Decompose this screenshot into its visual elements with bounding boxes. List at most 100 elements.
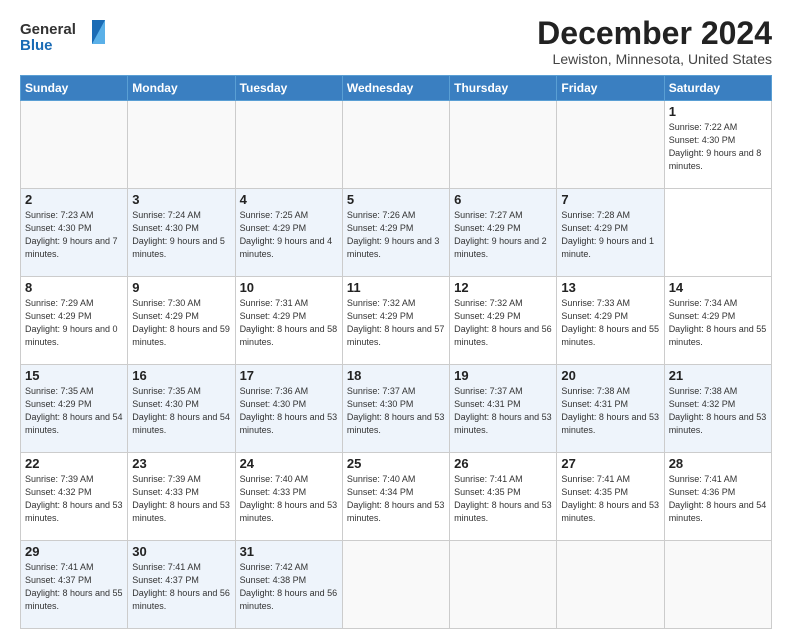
day-info: Sunrise: 7:23 AMSunset: 4:30 PMDaylight:… bbox=[25, 209, 123, 261]
day-info: Sunrise: 7:36 AMSunset: 4:30 PMDaylight:… bbox=[240, 385, 338, 437]
table-cell: 24Sunrise: 7:40 AMSunset: 4:33 PMDayligh… bbox=[235, 453, 342, 541]
col-saturday: Saturday bbox=[664, 76, 771, 101]
logo: General Blue bbox=[20, 16, 110, 56]
table-cell: 8 Sunrise: 7:29 AMSunset: 4:29 PMDaylight… bbox=[21, 277, 128, 365]
table-cell bbox=[342, 101, 449, 189]
page: General Blue December 2024 Lewiston, Min… bbox=[0, 0, 792, 612]
header: General Blue December 2024 Lewiston, Min… bbox=[20, 16, 772, 67]
col-monday: Monday bbox=[128, 76, 235, 101]
week-row: 1Sunrise: 7:22 AMSunset: 4:30 PMDaylight… bbox=[21, 101, 772, 189]
day-info: Sunrise: 7:41 AMSunset: 4:36 PMDaylight:… bbox=[669, 473, 767, 525]
table-cell: 17 Sunrise: 7:36 AMSunset: 4:30 PMDayligh… bbox=[235, 365, 342, 453]
day-info: Sunrise: 7:25 AMSunset: 4:29 PMDaylight:… bbox=[240, 209, 338, 261]
day-info: Sunrise: 7:28 AMSunset: 4:29 PMDaylight:… bbox=[561, 209, 659, 261]
day-info: Sunrise: 7:41 AMSunset: 4:37 PMDaylight:… bbox=[132, 561, 230, 613]
day-info: Sunrise: 7:32 AMSunset: 4:29 PMDaylight:… bbox=[347, 297, 445, 349]
day-number: 29 bbox=[25, 544, 123, 559]
day-info: Sunrise: 7:24 AMSunset: 4:30 PMDaylight:… bbox=[132, 209, 230, 261]
day-number: 30 bbox=[132, 544, 230, 559]
day-info: Sunrise: 7:22 AMSunset: 4:30 PMDaylight:… bbox=[669, 121, 767, 173]
week-row: 29 Sunrise: 7:41 AMSunset: 4:37 PMDayligh… bbox=[21, 541, 772, 629]
table-cell: 25Sunrise: 7:40 AMSunset: 4:34 PMDayligh… bbox=[342, 453, 449, 541]
day-info: Sunrise: 7:39 AMSunset: 4:33 PMDaylight:… bbox=[132, 473, 230, 525]
table-cell: 11 Sunrise: 7:32 AMSunset: 4:29 PMDayligh… bbox=[342, 277, 449, 365]
table-cell bbox=[21, 101, 128, 189]
day-info: Sunrise: 7:41 AMSunset: 4:37 PMDaylight:… bbox=[25, 561, 123, 613]
table-cell: 27 Sunrise: 7:41 AMSunset: 4:35 PMDayligh… bbox=[557, 453, 664, 541]
table-cell: 23 Sunrise: 7:39 AMSunset: 4:33 PMDayligh… bbox=[128, 453, 235, 541]
day-number: 6 bbox=[454, 192, 552, 207]
table-cell: 18Sunrise: 7:37 AMSunset: 4:30 PMDayligh… bbox=[342, 365, 449, 453]
day-number: 8 bbox=[25, 280, 123, 295]
week-row: 8 Sunrise: 7:29 AMSunset: 4:29 PMDaylight… bbox=[21, 277, 772, 365]
day-info: Sunrise: 7:41 AMSunset: 4:35 PMDaylight:… bbox=[561, 473, 659, 525]
table-cell: 16 Sunrise: 7:35 AMSunset: 4:30 PMDayligh… bbox=[128, 365, 235, 453]
col-tuesday: Tuesday bbox=[235, 76, 342, 101]
day-number: 11 bbox=[347, 280, 445, 295]
day-number: 4 bbox=[240, 192, 338, 207]
table-cell: 13Sunrise: 7:33 AMSunset: 4:29 PMDayligh… bbox=[557, 277, 664, 365]
svg-text:General: General bbox=[20, 21, 76, 38]
day-number: 19 bbox=[454, 368, 552, 383]
week-row: 15 Sunrise: 7:35 AMSunset: 4:29 PMDayligh… bbox=[21, 365, 772, 453]
table-cell: 2 Sunrise: 7:23 AMSunset: 4:30 PMDaylight… bbox=[21, 189, 128, 277]
day-info: Sunrise: 7:41 AMSunset: 4:35 PMDaylight:… bbox=[454, 473, 552, 525]
table-cell bbox=[128, 101, 235, 189]
day-info: Sunrise: 7:39 AMSunset: 4:32 PMDaylight:… bbox=[25, 473, 123, 525]
table-cell bbox=[664, 541, 771, 629]
day-number: 27 bbox=[561, 456, 659, 471]
table-cell: 5Sunrise: 7:26 AMSunset: 4:29 PMDaylight… bbox=[342, 189, 449, 277]
week-row: 2 Sunrise: 7:23 AMSunset: 4:30 PMDaylight… bbox=[21, 189, 772, 277]
header-row: Sunday Monday Tuesday Wednesday Thursday… bbox=[21, 76, 772, 101]
day-number: 24 bbox=[240, 456, 338, 471]
table-cell bbox=[450, 101, 557, 189]
table-cell: 30 Sunrise: 7:41 AMSunset: 4:37 PMDayligh… bbox=[128, 541, 235, 629]
day-info: Sunrise: 7:35 AMSunset: 4:30 PMDaylight:… bbox=[132, 385, 230, 437]
day-info: Sunrise: 7:31 AMSunset: 4:29 PMDaylight:… bbox=[240, 297, 338, 349]
table-cell bbox=[235, 101, 342, 189]
day-number: 26 bbox=[454, 456, 552, 471]
day-number: 15 bbox=[25, 368, 123, 383]
day-info: Sunrise: 7:29 AMSunset: 4:29 PMDaylight:… bbox=[25, 297, 123, 349]
day-number: 17 bbox=[240, 368, 338, 383]
table-cell bbox=[450, 541, 557, 629]
table-cell: 4 Sunrise: 7:25 AMSunset: 4:29 PMDaylight… bbox=[235, 189, 342, 277]
table-cell: 6 Sunrise: 7:27 AMSunset: 4:29 PMDaylight… bbox=[450, 189, 557, 277]
table-cell: 10 Sunrise: 7:31 AMSunset: 4:29 PMDayligh… bbox=[235, 277, 342, 365]
day-info: Sunrise: 7:34 AMSunset: 4:29 PMDaylight:… bbox=[669, 297, 767, 349]
day-info: Sunrise: 7:38 AMSunset: 4:31 PMDaylight:… bbox=[561, 385, 659, 437]
day-number: 9 bbox=[132, 280, 230, 295]
day-number: 18 bbox=[347, 368, 445, 383]
table-cell: 12Sunrise: 7:32 AMSunset: 4:29 PMDayligh… bbox=[450, 277, 557, 365]
table-cell: 14 Sunrise: 7:34 AMSunset: 4:29 PMDayligh… bbox=[664, 277, 771, 365]
day-number: 3 bbox=[132, 192, 230, 207]
table-cell bbox=[557, 541, 664, 629]
table-cell: 19 Sunrise: 7:37 AMSunset: 4:31 PMDayligh… bbox=[450, 365, 557, 453]
day-number: 10 bbox=[240, 280, 338, 295]
day-number: 5 bbox=[347, 192, 445, 207]
table-cell: 1Sunrise: 7:22 AMSunset: 4:30 PMDaylight… bbox=[664, 101, 771, 189]
col-sunday: Sunday bbox=[21, 76, 128, 101]
col-friday: Friday bbox=[557, 76, 664, 101]
logo-icon: General Blue bbox=[20, 16, 110, 56]
day-number: 7 bbox=[561, 192, 659, 207]
day-number: 23 bbox=[132, 456, 230, 471]
day-info: Sunrise: 7:35 AMSunset: 4:29 PMDaylight:… bbox=[25, 385, 123, 437]
day-number: 14 bbox=[669, 280, 767, 295]
day-number: 22 bbox=[25, 456, 123, 471]
day-number: 2 bbox=[25, 192, 123, 207]
day-number: 16 bbox=[132, 368, 230, 383]
day-number: 21 bbox=[669, 368, 767, 383]
table-cell: 3 Sunrise: 7:24 AMSunset: 4:30 PMDaylight… bbox=[128, 189, 235, 277]
table-cell: 15 Sunrise: 7:35 AMSunset: 4:29 PMDayligh… bbox=[21, 365, 128, 453]
day-number: 25 bbox=[347, 456, 445, 471]
table-cell: 21Sunrise: 7:38 AMSunset: 4:32 PMDayligh… bbox=[664, 365, 771, 453]
table-cell: 29 Sunrise: 7:41 AMSunset: 4:37 PMDayligh… bbox=[21, 541, 128, 629]
table-cell: 7 Sunrise: 7:28 AMSunset: 4:29 PMDaylight… bbox=[557, 189, 664, 277]
day-info: Sunrise: 7:27 AMSunset: 4:29 PMDaylight:… bbox=[454, 209, 552, 261]
col-wednesday: Wednesday bbox=[342, 76, 449, 101]
table-cell: 31Sunrise: 7:42 AMSunset: 4:38 PMDayligh… bbox=[235, 541, 342, 629]
day-info: Sunrise: 7:37 AMSunset: 4:31 PMDaylight:… bbox=[454, 385, 552, 437]
week-row: 22 Sunrise: 7:39 AMSunset: 4:32 PMDayligh… bbox=[21, 453, 772, 541]
day-number: 20 bbox=[561, 368, 659, 383]
